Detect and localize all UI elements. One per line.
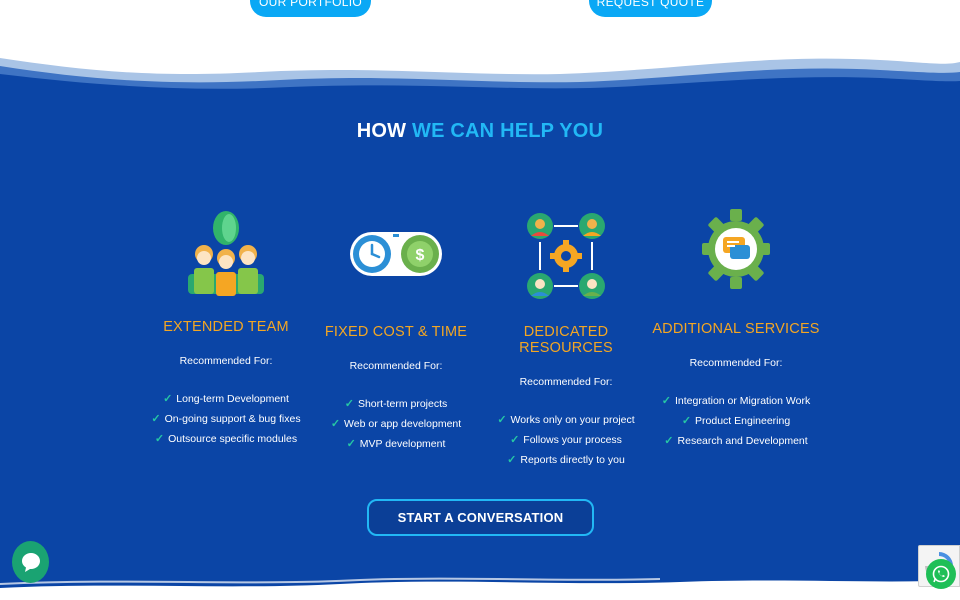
check-icon: ✓: [661, 395, 671, 407]
list-item: ✓ Reports directly to you: [507, 454, 625, 466]
check-icon: ✓: [163, 393, 173, 405]
feature-list: ✓ Integration or Migration Work ✓ Product …: [646, 391, 826, 451]
check-icon: ✓: [330, 418, 341, 430]
recommended-label: Recommended For:: [519, 376, 613, 388]
start-conversation-button[interactable]: START A CONVERSATION: [367, 499, 594, 536]
list-item: ✓ Works only on your project: [497, 414, 635, 426]
list-item: ✓ Long-term Development: [163, 393, 289, 405]
list-item: ✓ Web or app development: [330, 418, 462, 430]
check-icon: ✓: [151, 413, 161, 425]
card-fixed-cost: FIXED COST & TIME Recommended For: ✓ Shor…: [306, 324, 486, 454]
bottom-wave-divider: [0, 577, 960, 600]
card-title: FIXED COST & TIME: [324, 324, 468, 340]
recommended-label: Recommended For:: [689, 357, 783, 369]
feature-list: ✓ Works only on your project ✓ Follows you…: [476, 410, 656, 470]
list-item: ✓ Follows your process: [510, 434, 622, 446]
check-icon: ✓: [346, 438, 356, 450]
list-item: ✓ MVP development: [346, 438, 446, 450]
section-heading: HOW WE CAN HELP YOU: [0, 120, 960, 143]
svg-text:$: $: [416, 247, 425, 264]
clock-dollar-icon: $: [350, 232, 442, 276]
card-title: DEDICATED RESOURCES: [519, 324, 613, 356]
gear-chat-icon: [702, 209, 770, 289]
check-icon: ✓: [510, 434, 520, 446]
whatsapp-icon: [932, 565, 950, 583]
check-icon: ✓: [681, 415, 692, 427]
top-wave-divider: [0, 58, 960, 100]
check-icon: ✓: [664, 435, 674, 447]
chat-bubble-icon: [21, 553, 40, 572]
card-title: ADDITIONAL SERVICES: [652, 321, 820, 337]
card-additional-services: ADDITIONAL SERVICES Recommended For: ✓ In…: [646, 321, 826, 451]
list-item: ✓ Outsource specific modules: [154, 433, 298, 445]
team-icon: [188, 211, 264, 296]
list-item: ✓ Research and Development: [664, 435, 808, 447]
recommended-label: Recommended For:: [179, 355, 273, 367]
list-item: ✓ Short-term projects: [344, 398, 448, 410]
list-item: ✓ On-going support & bug fixes: [151, 413, 301, 425]
card-extended-team: EXTENDED TEAM Recommended For: ✓ Long-ter…: [136, 319, 316, 449]
heading-part-white: HOW: [356, 120, 413, 142]
check-icon: ✓: [344, 398, 354, 410]
feature-list: ✓ Short-term projects ✓ Web or app develop…: [306, 394, 486, 454]
recommended-label: Recommended For:: [349, 360, 443, 372]
list-item: ✓ Product Engineering: [681, 415, 791, 427]
list-item: ✓ Integration or Migration Work: [661, 395, 811, 407]
request-quote-button[interactable]: REQUEST QUOTE: [589, 0, 712, 17]
live-chat-button[interactable]: [12, 541, 49, 583]
check-icon: ✓: [497, 414, 507, 426]
check-icon: ✓: [507, 454, 517, 466]
network-people-icon: [527, 213, 605, 299]
our-portfolio-button[interactable]: OUR PORTFOLIO: [250, 0, 371, 17]
card-dedicated-resources: DEDICATED RESOURCES Recommended For: ✓ Wo…: [476, 324, 656, 470]
card-title: EXTENDED TEAM: [163, 319, 289, 335]
check-icon: ✓: [154, 433, 165, 445]
heading-part-accent: WE CAN HELP YOU: [412, 120, 604, 142]
feature-list: ✓ Long-term Development ✓ On-going support…: [136, 389, 316, 449]
whatsapp-button[interactable]: [926, 559, 956, 589]
